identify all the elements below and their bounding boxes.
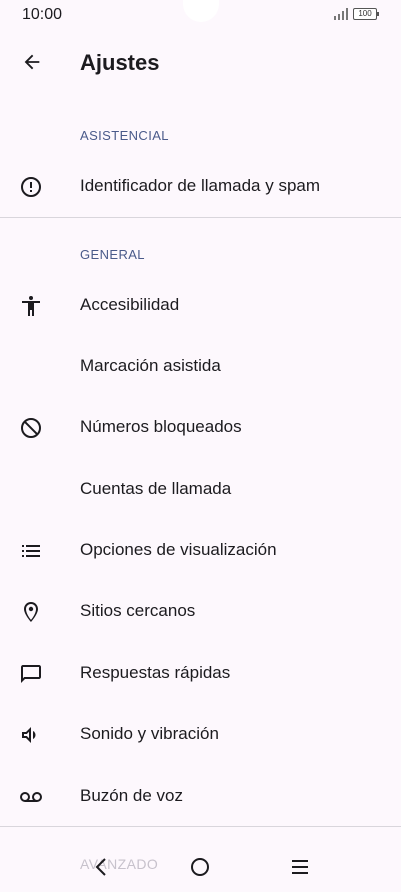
camera-notch <box>183 0 219 22</box>
nav-home-button[interactable] <box>185 852 215 882</box>
volume-icon <box>18 722 44 748</box>
settings-item-nearby-places[interactable]: Sitios cercanos <box>0 583 401 639</box>
settings-item-label: Buzón de voz <box>80 786 184 805</box>
nav-back-button[interactable] <box>86 852 116 882</box>
chat-bubble-icon <box>18 661 44 687</box>
status-time: 10:00 <box>22 6 63 23</box>
page-title: Ajustes <box>80 50 160 75</box>
settings-item-caller-id-spam[interactable]: Identificador de llamada y spam <box>0 158 401 214</box>
accessibility-icon <box>18 293 44 319</box>
settings-item-calling-accounts[interactable]: Cuentas de llamada <box>0 461 401 517</box>
divider <box>0 826 401 827</box>
settings-item-label: Accesibilidad <box>80 295 180 314</box>
nav-home-icon <box>191 858 209 876</box>
settings-item-quick-responses[interactable]: Respuestas rápidas <box>0 645 401 701</box>
section-header-general: GENERAL <box>80 247 145 262</box>
section-header-asistencial: ASISTENCIAL <box>80 128 169 143</box>
battery-icon: 100 <box>353 8 379 20</box>
status-bar: 10:00 100 <box>0 0 401 30</box>
signal-icon <box>334 8 348 20</box>
settings-item-display-options[interactable]: Opciones de visualización <box>0 522 401 578</box>
block-icon <box>18 415 44 441</box>
nav-menu-icon <box>292 860 308 874</box>
settings-item-assisted-dialing[interactable]: Marcación asistida <box>0 338 401 394</box>
settings-item-accessibility[interactable]: Accesibilidad <box>0 277 401 333</box>
arrow-back-icon <box>24 54 40 70</box>
voicemail-icon <box>18 784 44 810</box>
list-icon <box>18 538 44 564</box>
location-pin-icon <box>18 599 44 625</box>
app-bar: Ajustes <box>0 36 401 90</box>
divider <box>0 217 401 218</box>
settings-item-label: Identificador de llamada y spam <box>80 176 321 195</box>
back-button[interactable] <box>14 44 50 80</box>
nav-menu-button[interactable] <box>285 852 315 882</box>
nav-back-icon <box>95 858 106 876</box>
settings-item-label: Opciones de visualización <box>80 540 277 559</box>
settings-item-label: Sonido y vibración <box>80 724 219 743</box>
settings-item-voicemail[interactable]: Buzón de voz <box>0 768 401 824</box>
settings-item-label: Cuentas de llamada <box>80 479 232 498</box>
settings-item-label: Números bloqueados <box>80 417 242 436</box>
settings-item-blocked-numbers[interactable]: Números bloqueados <box>0 399 401 455</box>
system-nav-bar: AVANZADO <box>0 840 401 892</box>
settings-item-sound-vibration[interactable]: Sonido y vibración <box>0 706 401 762</box>
alert-circle-icon <box>18 174 44 200</box>
settings-item-label: Sitios cercanos <box>80 601 196 620</box>
settings-item-label: Marcación asistida <box>80 356 221 375</box>
settings-item-label: Respuestas rápidas <box>80 663 231 682</box>
